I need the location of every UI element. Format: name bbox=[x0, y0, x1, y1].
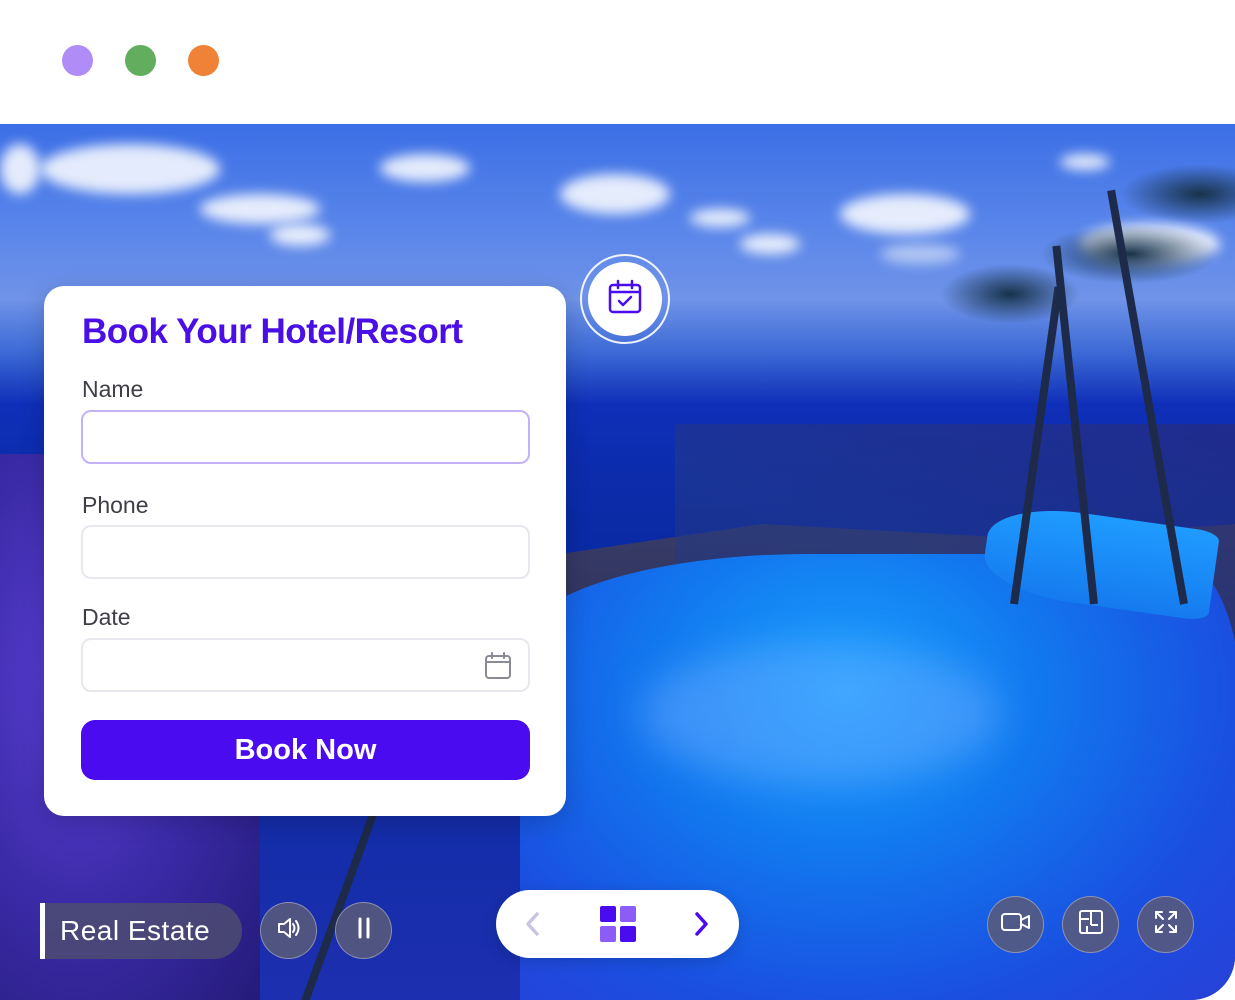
window-controls bbox=[62, 45, 219, 76]
fullscreen-button[interactable] bbox=[1137, 896, 1194, 953]
book-now-button[interactable]: Book Now bbox=[81, 720, 530, 780]
fullscreen-icon bbox=[1153, 909, 1179, 940]
floor-plan-button[interactable] bbox=[1062, 896, 1119, 953]
booking-form-title: Book Your Hotel/Resort bbox=[82, 312, 463, 351]
audio-button[interactable] bbox=[260, 902, 317, 959]
booking-calendar-button[interactable] bbox=[580, 254, 670, 344]
date-label: Date bbox=[82, 604, 131, 630]
name-label: Name bbox=[82, 376, 144, 402]
speaker-icon bbox=[275, 914, 303, 947]
category-label-text: Real Estate bbox=[60, 915, 211, 946]
booking-form-card: Book Your Hotel/Resort Name Phone Date B… bbox=[44, 286, 566, 816]
calendar-check-icon bbox=[607, 279, 643, 320]
pause-button[interactable] bbox=[335, 902, 392, 959]
video-camera-icon bbox=[1000, 910, 1032, 939]
window-dot-purple bbox=[62, 45, 93, 76]
pause-icon bbox=[353, 916, 375, 945]
chevron-right-icon[interactable] bbox=[690, 910, 712, 943]
window-dot-orange bbox=[188, 45, 219, 76]
window-dot-green bbox=[125, 45, 156, 76]
phone-label: Phone bbox=[82, 492, 149, 518]
grid-icon[interactable] bbox=[600, 906, 636, 947]
date-field[interactable] bbox=[81, 638, 530, 692]
floor-plan-icon bbox=[1078, 909, 1104, 940]
category-label: Real Estate bbox=[40, 903, 242, 959]
chevron-left-icon[interactable] bbox=[522, 910, 544, 943]
phone-field[interactable] bbox=[81, 525, 530, 579]
video-button[interactable] bbox=[987, 896, 1044, 953]
gallery-navigation bbox=[496, 890, 739, 958]
calendar-icon[interactable] bbox=[484, 652, 512, 686]
name-field[interactable] bbox=[81, 410, 530, 464]
